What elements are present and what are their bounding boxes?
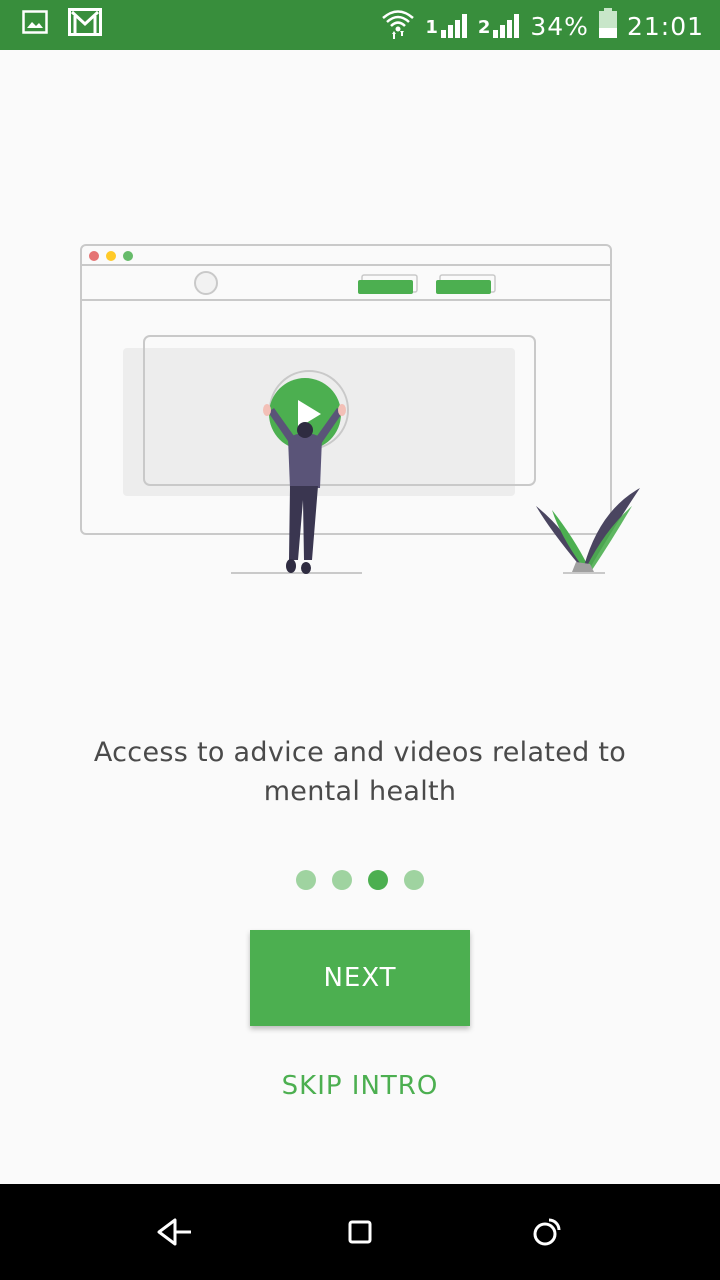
back-icon[interactable] [149,1208,197,1256]
signal-1-label: 1 [425,17,439,38]
battery-percent: 34% [530,11,589,41]
page-dot-active[interactable] [368,870,388,890]
onboarding-screen: 1 2 34% 21:01 Access to advice and video… [0,0,720,1280]
gmail-icon [68,8,102,40]
next-button[interactable]: NEXT [250,930,470,1026]
page-dot[interactable] [404,870,424,890]
navigation-bar [0,1184,720,1280]
onboarding-illustration [0,230,720,590]
status-bar: 1 2 34% 21:01 [0,0,720,50]
signal-2-icon: 2 [478,14,521,38]
page-indicator [0,870,720,890]
home-icon[interactable] [523,1208,571,1256]
page-dot[interactable] [332,870,352,890]
page-dot[interactable] [296,870,316,890]
image-icon [22,10,48,38]
plant-illustration [536,488,640,574]
wifi-icon [381,6,415,46]
recents-icon[interactable] [336,1208,384,1256]
browser-window-illustration [80,244,612,574]
signal-2-label: 2 [477,17,492,38]
clock: 21:01 [626,11,704,41]
skip-intro-button[interactable]: SKIP INTRO [200,1066,520,1106]
onboarding-headline: Access to advice and videos related to m… [93,737,627,807]
battery-icon [598,8,617,44]
signal-1-icon: 1 [425,14,468,38]
